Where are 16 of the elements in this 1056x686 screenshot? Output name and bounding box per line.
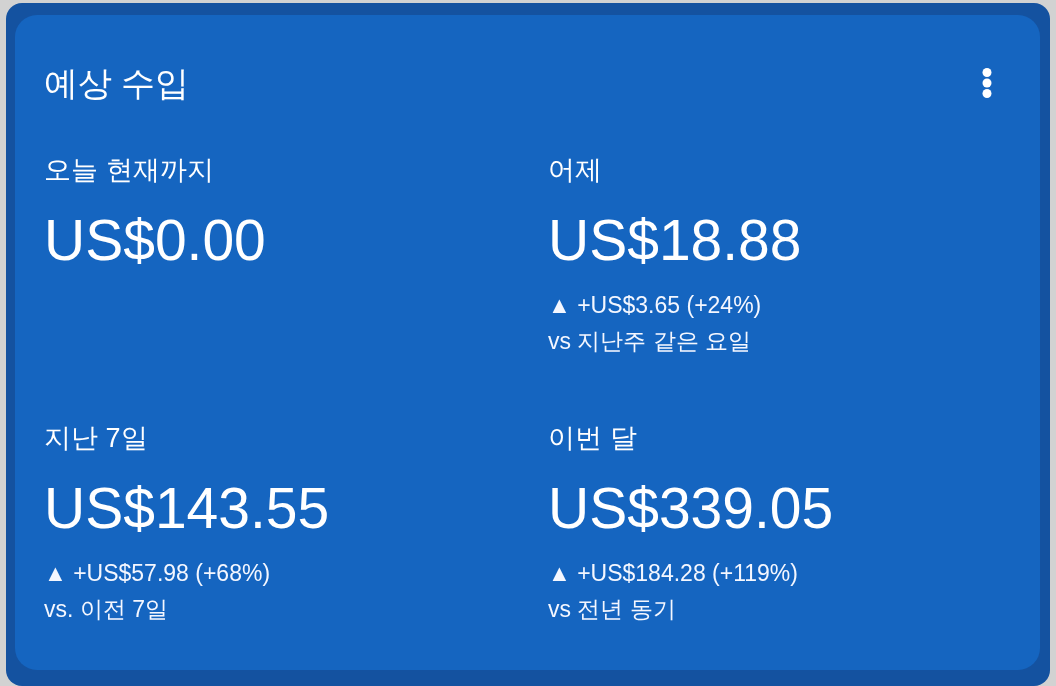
- metric-value: US$18.88: [548, 207, 802, 274]
- metric-value: US$0.00: [44, 207, 266, 274]
- metric-label: 오늘 현재까지: [44, 154, 214, 187]
- comparison-text: vs 지난주 같은 요일: [548, 327, 752, 356]
- comparison-text: vs 전년 동기: [548, 595, 676, 624]
- change-text: ▲ +US$3.65 (+24%): [548, 291, 762, 320]
- change-text: ▲ +US$184.28 (+119%): [548, 559, 798, 588]
- metric-value: US$339.05: [548, 475, 834, 542]
- change-text: ▲ +US$57.98 (+68%): [44, 559, 271, 588]
- metric-label: 이번 달: [548, 422, 637, 455]
- comparison-text: vs. 이전 7일: [44, 595, 168, 624]
- metric-label: 어제: [548, 154, 602, 187]
- metric-value: US$143.55: [44, 475, 330, 542]
- card-title: 예상 수입: [44, 63, 190, 104]
- metric-label: 지난 7일: [44, 422, 148, 455]
- more-menu-icon[interactable]: [982, 68, 992, 98]
